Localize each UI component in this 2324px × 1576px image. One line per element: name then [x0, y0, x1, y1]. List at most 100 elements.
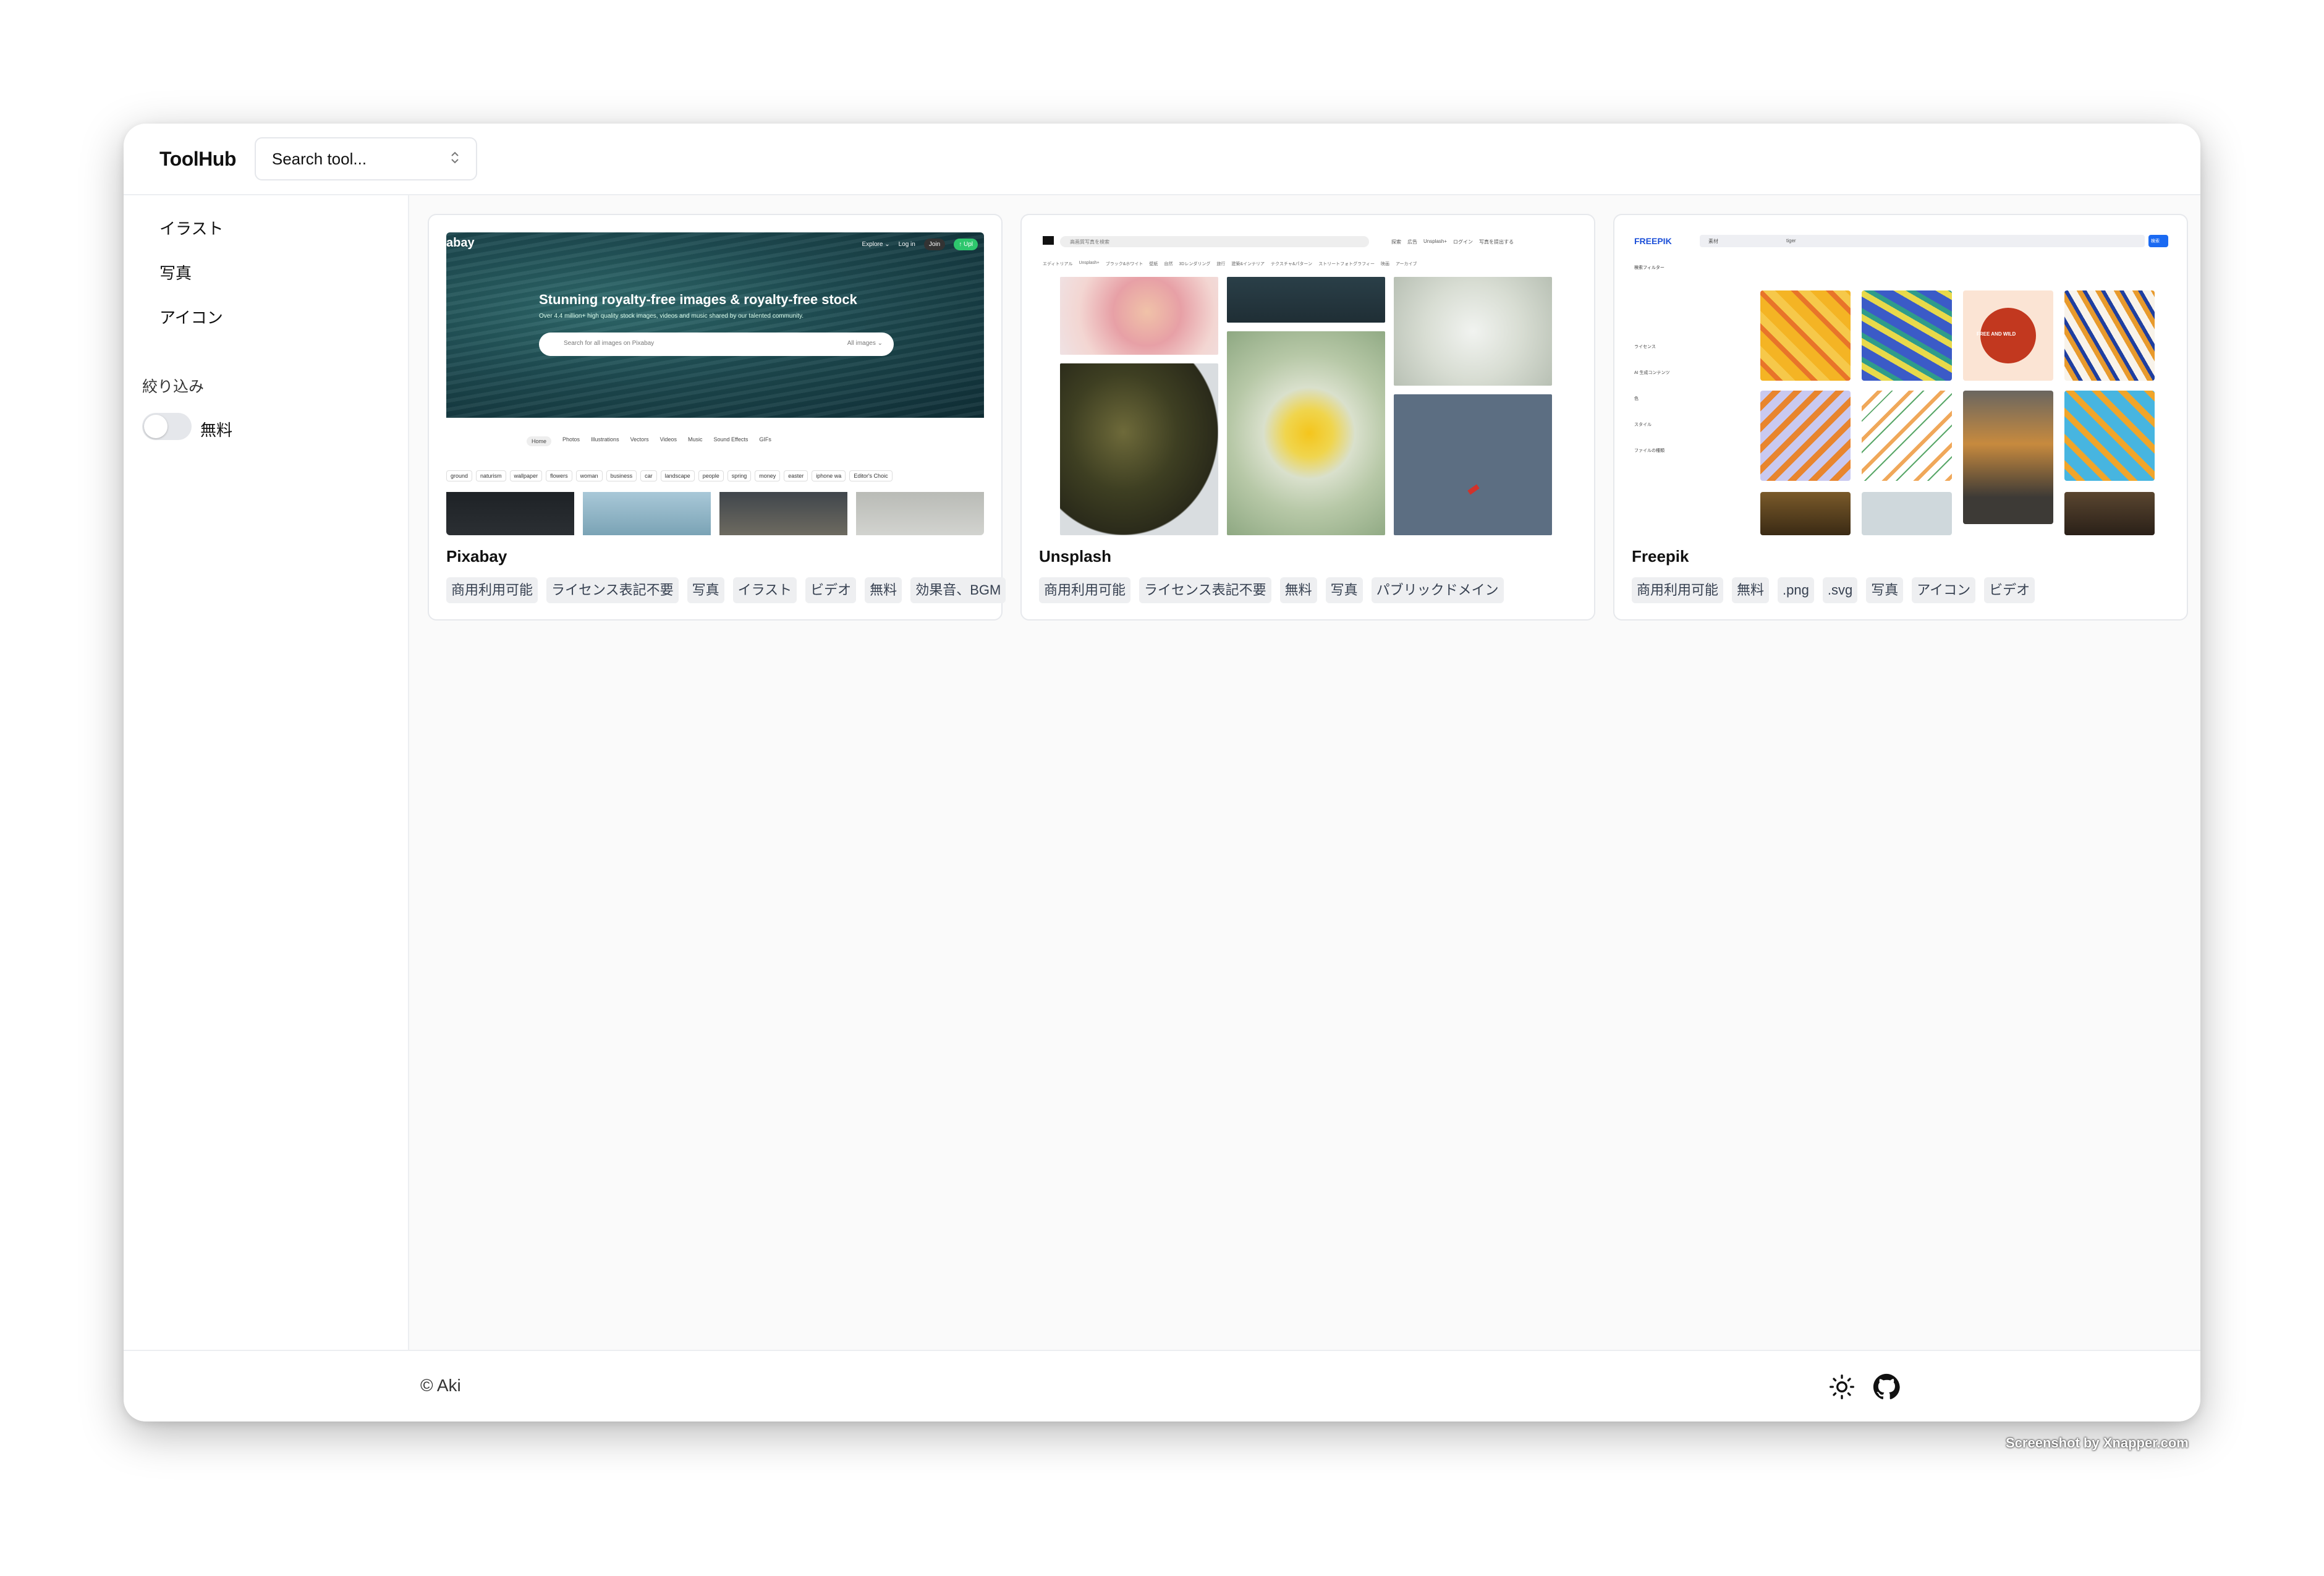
pixabay-subtitle: Over 4.4 million+ high quality stock ima…	[539, 313, 804, 320]
card-tags: 商用利用可能 ライセンス表記不要 無料 写真 パブリックドメイン	[1039, 577, 1504, 603]
pixabay-search: Search for all images on Pixabay All ima…	[539, 333, 894, 356]
freepik-search-button: 検索	[2148, 235, 2168, 247]
pixabay-nav: Explore ⌄ Log in Join ↑ Upl	[862, 239, 978, 250]
tag: ライセンス表記不要	[546, 577, 679, 603]
illustration-tile	[1760, 290, 1851, 381]
chip: naturism	[476, 470, 506, 481]
tab: Sound Effects	[713, 436, 749, 443]
nav-link: 探索	[1391, 239, 1401, 245]
sidebar-item-icon[interactable]: アイコン	[159, 305, 223, 328]
pixabay-thumbnails	[446, 492, 984, 535]
cat: 旅行	[1216, 262, 1226, 266]
freepik-search: 素材 tiger	[1700, 235, 2145, 247]
brand-logo[interactable]: ToolHub	[159, 148, 236, 171]
cat: Unsplash+	[1079, 261, 1100, 265]
watermark-credit: Screenshot by Xnapper.com	[2006, 1435, 2189, 1451]
tag: アイコン	[1912, 577, 1976, 603]
tag: 写真	[1866, 577, 1904, 603]
illustration-tile	[2064, 391, 2155, 481]
tag: 無料	[1279, 577, 1317, 603]
main-content: abay Explore ⌄ Log in Join ↑ Upl Stunnin…	[409, 195, 2200, 1350]
filter-item: スタイル	[1634, 423, 1652, 427]
card-title[interactable]: Freepik	[1632, 547, 1689, 566]
nav-link: 広告	[1407, 239, 1417, 245]
chip: flowers	[546, 470, 572, 481]
sidebar-item-illustration[interactable]: イラスト	[159, 216, 223, 239]
tool-search-combobox[interactable]: Search tool...	[254, 137, 477, 180]
tag: パブリックドメイン	[1371, 577, 1504, 603]
chip: spring	[727, 470, 752, 481]
tag: ライセンス表記不要	[1139, 577, 1271, 603]
card-title[interactable]: Unsplash	[1039, 547, 1111, 566]
chip: car	[640, 470, 657, 481]
pixabay-chips: ground naturism wallpaper flowers woman …	[446, 470, 893, 481]
cat: 壁紙	[1149, 262, 1158, 266]
tab: Photos	[562, 436, 580, 443]
filter-item: AI 生成コンテンツ	[1634, 371, 1670, 375]
pixabay-search-text: Search for all images on Pixabay	[564, 340, 655, 347]
tag: 商用利用可能	[1632, 577, 1724, 603]
sidebar: イラスト 写真 アイコン 絞り込み 無料	[124, 195, 409, 1350]
pixabay-logo: abay	[446, 236, 475, 250]
tool-card-unsplash[interactable]: 高画質写真を検索 探索 広告 Unsplash+ ログイン 写真を提出する エデ…	[1020, 214, 1595, 621]
illustration-tile	[1862, 391, 1952, 481]
photo-tile	[1760, 492, 1851, 535]
pixabay-tabs: Home Photos Illustrations Vectors Videos…	[527, 436, 771, 446]
tab: Home	[527, 436, 552, 446]
card-tags: 商用利用可能 ライセンス表記不要 写真 イラスト ビデオ 無料 効果音、BGM	[446, 577, 1006, 603]
nav-join: Join	[923, 239, 946, 250]
sun-icon[interactable]	[1828, 1373, 1855, 1400]
filter-item: ライセンス	[1634, 345, 1656, 349]
app-window: ToolHub Search tool... イラスト 写真 アイコン 絞り込み…	[124, 124, 2200, 1421]
chip: business	[606, 470, 637, 481]
photo-tile	[2064, 492, 2155, 535]
photo-tile	[1862, 492, 1952, 535]
chip: wallpaper	[509, 470, 543, 481]
chip: landscape	[660, 470, 695, 481]
freepik-badge-text: FREE AND WILD	[1977, 331, 2016, 337]
illustration-tile: FREE AND WILD	[1963, 290, 2053, 381]
github-icon[interactable]	[1873, 1373, 1900, 1400]
freepik-preview-image[interactable]: FREEPIK 素材 tiger 検索 検索フィルター ライセンス AI 生成コ…	[1632, 232, 2169, 535]
cat: ストリートフォトグラフィー	[1318, 262, 1375, 266]
photo-tile	[1227, 331, 1385, 535]
photo-tile	[1227, 277, 1385, 323]
filter-heading: 絞り込み	[142, 378, 205, 396]
unsplash-preview-image[interactable]: 高画質写真を検索 探索 広告 Unsplash+ ログイン 写真を提出する エデ…	[1039, 232, 1577, 535]
tag: 無料	[865, 577, 902, 603]
cat: ブラック&ホワイト	[1105, 262, 1143, 266]
tag: 写真	[687, 577, 724, 603]
nav-link: Unsplash+	[1423, 239, 1448, 244]
tag: 写真	[1325, 577, 1363, 603]
tag: 効果音、BGM	[910, 577, 1006, 603]
cat: エディトリアル	[1043, 262, 1073, 266]
card-title[interactable]: Pixabay	[446, 547, 507, 566]
cat: テクスチャ&パターン	[1271, 262, 1313, 266]
sidebar-item-photo[interactable]: 写真	[159, 261, 192, 284]
tab: Vectors	[630, 436, 649, 443]
tool-card-pixabay[interactable]: abay Explore ⌄ Log in Join ↑ Upl Stunnin…	[428, 214, 1006, 621]
copyright-text: © Aki	[420, 1376, 461, 1395]
chip: people	[698, 470, 724, 481]
illustration-tile	[1760, 391, 1851, 481]
tag: ビデオ	[805, 577, 857, 603]
tab: GIFs	[759, 436, 771, 443]
top-header: ToolHub Search tool...	[124, 124, 2200, 195]
tag: 商用利用可能	[1039, 577, 1131, 603]
chip: ground	[446, 470, 473, 481]
cat: 建築&インテリア	[1231, 262, 1265, 266]
freepik-logo: FREEPIK	[1634, 236, 1672, 246]
tag: イラスト	[732, 577, 797, 603]
pixabay-headline: Stunning royalty-free images & royalty-f…	[539, 292, 857, 307]
free-toggle-label[interactable]: 無料	[200, 418, 232, 441]
photo-tile	[1394, 394, 1552, 535]
pixabay-hero: abay Explore ⌄ Log in Join ↑ Upl Stunnin…	[446, 232, 984, 418]
free-toggle-switch[interactable]	[142, 413, 192, 440]
tool-card-freepik[interactable]: FREEPIK 素材 tiger 検索 検索フィルター ライセンス AI 生成コ…	[1613, 214, 2188, 621]
pixabay-preview-image[interactable]: abay Explore ⌄ Log in Join ↑ Upl Stunnin…	[446, 232, 984, 535]
cat: 映画	[1380, 262, 1389, 266]
chevron-up-down-icon	[450, 151, 460, 167]
unsplash-logo-icon	[1043, 236, 1054, 245]
freepik-filter-title: 検索フィルター	[1634, 266, 1665, 270]
photo-tile	[1963, 391, 2053, 524]
